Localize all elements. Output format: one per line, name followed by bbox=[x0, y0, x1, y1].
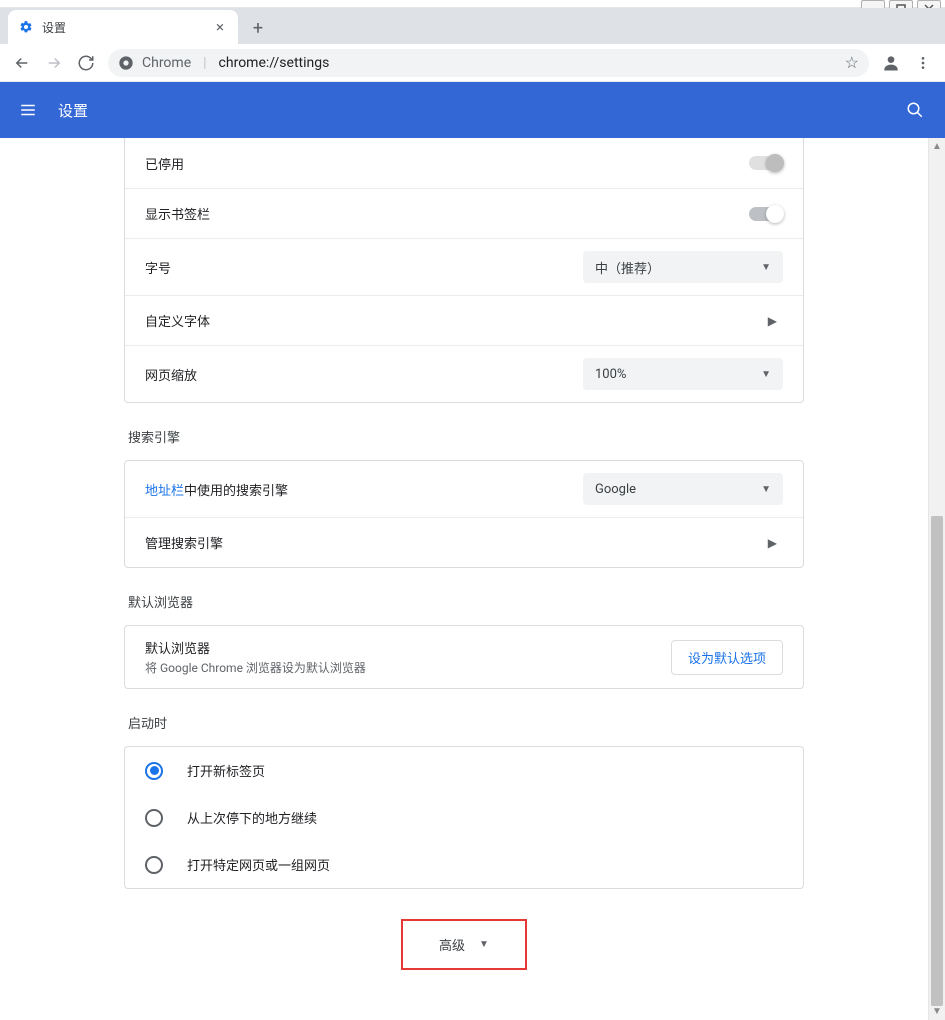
omnibox-label: Chrome bbox=[142, 55, 191, 71]
scrollbar-thumb[interactable] bbox=[931, 516, 943, 1006]
gear-icon bbox=[18, 19, 34, 35]
address-bar[interactable]: Chrome | chrome://settings ☆ bbox=[108, 49, 869, 77]
caret-down-icon: ▼ bbox=[761, 484, 771, 495]
radio-checked-icon[interactable] bbox=[145, 762, 163, 780]
search-engine-select[interactable]: Google ▼ bbox=[583, 473, 783, 505]
row-page-zoom: 网页缩放 100% ▼ bbox=[125, 345, 803, 402]
row-show-bookmarks[interactable]: 显示书签栏 bbox=[125, 188, 803, 238]
advanced-section: 高级 ▼ bbox=[124, 919, 804, 970]
section-startup: 启动时 bbox=[128, 713, 800, 732]
settings-header: 设置 bbox=[0, 82, 945, 138]
row-font-size: 字号 中（推荐） ▼ bbox=[125, 238, 803, 295]
tab-strip: 设置 × + bbox=[0, 8, 945, 44]
caret-down-icon: ▼ bbox=[479, 939, 489, 950]
new-tab-button[interactable]: + bbox=[244, 14, 272, 42]
settings-title: 设置 bbox=[58, 100, 883, 121]
close-icon[interactable]: × bbox=[212, 19, 228, 35]
font-size-select[interactable]: 中（推荐） ▼ bbox=[583, 251, 783, 283]
startup-option-new-tab[interactable]: 打开新标签页 bbox=[125, 747, 803, 794]
menu-icon[interactable] bbox=[18, 100, 38, 120]
browser-toolbar: Chrome | chrome://settings ☆ bbox=[0, 44, 945, 82]
scrollbar[interactable]: ▲ ▼ bbox=[928, 138, 945, 1020]
radio-unchecked-icon[interactable] bbox=[145, 856, 163, 874]
chrome-icon bbox=[118, 55, 134, 71]
row-addressbar-search-engine: 地址栏中使用的搜索引擎 Google ▼ bbox=[125, 461, 803, 517]
startup-option-continue[interactable]: 从上次停下的地方继续 bbox=[125, 794, 803, 841]
set-default-button[interactable]: 设为默认选项 bbox=[671, 640, 783, 675]
row-default-browser: 默认浏览器 将 Google Chrome 浏览器设为默认浏览器 设为默认选项 bbox=[125, 626, 803, 688]
disabled-toggle bbox=[749, 156, 783, 170]
bookmark-star-icon[interactable]: ☆ bbox=[845, 53, 859, 72]
os-titlebar bbox=[0, 0, 945, 8]
chevron-right-icon: ▶ bbox=[762, 536, 783, 550]
search-icon[interactable] bbox=[903, 98, 927, 122]
chevron-right-icon: ▶ bbox=[762, 314, 783, 328]
radio-unchecked-icon[interactable] bbox=[145, 809, 163, 827]
reload-button[interactable] bbox=[72, 49, 100, 77]
scroll-down-arrow-icon[interactable]: ▼ bbox=[929, 1003, 945, 1020]
omnibox-url: chrome://settings bbox=[219, 55, 330, 71]
omnibox-separator: | bbox=[203, 55, 206, 71]
caret-down-icon: ▼ bbox=[761, 369, 771, 380]
row-disabled: 已停用 bbox=[125, 138, 803, 188]
page-zoom-select[interactable]: 100% ▼ bbox=[583, 358, 783, 390]
section-default-browser: 默认浏览器 bbox=[128, 592, 800, 611]
section-search-engine: 搜索引擎 bbox=[128, 427, 800, 446]
addressbar-link[interactable]: 地址栏 bbox=[145, 484, 184, 499]
scroll-up-arrow-icon[interactable]: ▲ bbox=[929, 138, 945, 155]
profile-avatar-button[interactable] bbox=[877, 49, 905, 77]
show-bookmarks-toggle[interactable] bbox=[749, 207, 783, 221]
startup-option-specific-pages[interactable]: 打开特定网页或一组网页 bbox=[125, 841, 803, 888]
forward-button[interactable] bbox=[40, 49, 68, 77]
browser-tab[interactable]: 设置 × bbox=[8, 10, 238, 44]
back-button[interactable] bbox=[8, 49, 36, 77]
row-custom-fonts[interactable]: 自定义字体 ▶ bbox=[125, 295, 803, 345]
kebab-menu-button[interactable] bbox=[909, 49, 937, 77]
content-viewport: 已停用 显示书签栏 字号 中（推荐） ▼ 自定义字体 ▶ 网页缩放 bbox=[0, 138, 928, 1020]
advanced-button[interactable]: 高级 ▼ bbox=[401, 919, 527, 970]
caret-down-icon: ▼ bbox=[761, 262, 771, 273]
tab-title: 设置 bbox=[42, 19, 204, 36]
row-manage-search-engines[interactable]: 管理搜索引擎 ▶ bbox=[125, 517, 803, 567]
